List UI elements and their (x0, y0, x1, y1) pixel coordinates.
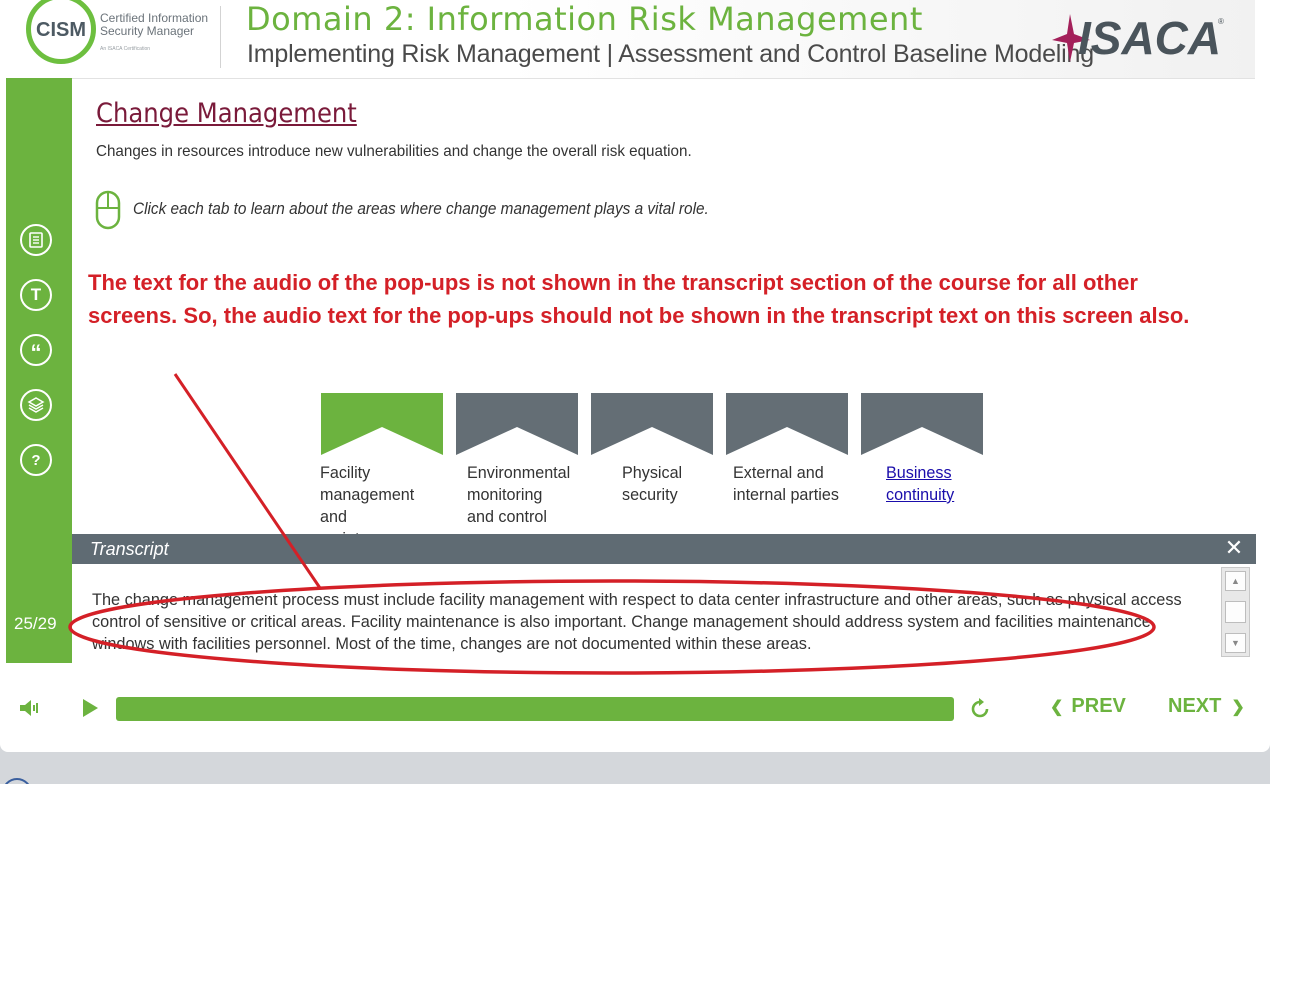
next-label: NEXT (1168, 695, 1222, 717)
taskbar-circle-icon (2, 778, 32, 784)
chevron-right-icon: ❯ (1231, 699, 1245, 716)
progress-bar[interactable] (116, 697, 954, 721)
annotation-overlay (68, 373, 1156, 675)
course-card: CISM Certified Information Security Mana… (0, 0, 1270, 752)
play-button[interactable] (80, 697, 100, 719)
play-icon (83, 699, 98, 717)
volume-button[interactable] (18, 698, 42, 718)
chevron-left-icon: ❮ (1050, 699, 1064, 716)
replay-icon (971, 698, 989, 718)
replay-button[interactable] (968, 697, 992, 721)
speaker-icon (20, 700, 38, 716)
prev-button[interactable]: ❮ PREV (1050, 695, 1126, 718)
app-stage: CISM Certified Information Security Mana… (0, 0, 1270, 784)
next-button[interactable]: NEXT ❯ (1168, 695, 1245, 718)
prev-label: PREV (1071, 695, 1126, 717)
